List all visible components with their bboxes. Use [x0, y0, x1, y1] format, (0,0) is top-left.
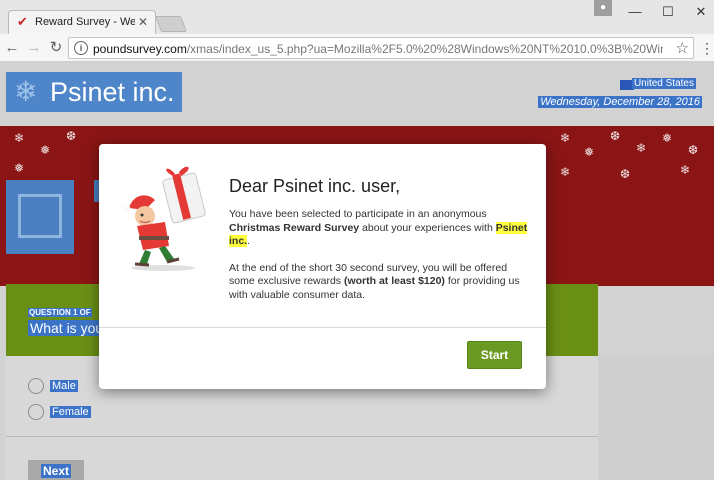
- tab-close-icon[interactable]: ✕: [138, 15, 148, 29]
- info-icon[interactable]: i: [74, 41, 88, 55]
- intro-middle: about your experiences with: [359, 221, 496, 234]
- question-text: What is you: [28, 320, 106, 336]
- survey-name: Christmas Reward Survey: [229, 221, 360, 234]
- profile-icon[interactable]: ●: [594, 0, 612, 16]
- question-number: QUESTION 1 OF: [28, 308, 92, 317]
- snowflake-icon: ❅: [584, 145, 595, 159]
- back-arrow-icon[interactable]: ←: [2, 38, 22, 58]
- url-host: poundsurvey.com: [93, 42, 187, 56]
- intro-end: .: [247, 235, 251, 247]
- snowflake-logo-icon: ❄: [14, 76, 38, 107]
- radio-female[interactable]: [28, 404, 44, 420]
- snowflake-icon: ❄: [560, 165, 571, 179]
- snowflake-icon: ❆: [610, 129, 621, 143]
- modal-body: You have been selected to participate in…: [229, 208, 529, 315]
- site-logo[interactable]: ❄ Psinet inc.: [6, 72, 182, 112]
- minimize-icon[interactable]: —: [620, 2, 650, 22]
- snowflake-icon: ❄: [636, 141, 647, 155]
- snowflake-icon: ❄: [560, 131, 571, 145]
- gift-icon: [18, 194, 62, 238]
- browser-toolbar: ← → ↻ i poundsurvey.com/xmas/index_us_5.…: [0, 34, 714, 62]
- country-label: United States: [631, 78, 696, 89]
- survey-modal: Dear Psinet inc. user, You have been sel…: [99, 144, 546, 389]
- snowflake-icon: ❅: [40, 143, 51, 157]
- snowflake-icon: ❅: [662, 131, 673, 145]
- gift-image: [6, 180, 74, 254]
- date-label: Wednesday, December 28, 2016: [538, 96, 702, 108]
- warning-favicon-icon: ✔: [17, 14, 28, 29]
- elf-gift-icon: [123, 166, 206, 271]
- snowflake-icon: ❆: [66, 129, 77, 143]
- address-bar[interactable]: i poundsurvey.com/xmas/index_us_5.php?ua…: [68, 37, 694, 59]
- modal-title: Dear Psinet inc. user,: [229, 176, 401, 196]
- reload-icon[interactable]: ↻: [46, 38, 66, 58]
- modal-divider: [99, 327, 546, 328]
- reward-paragraph: At the end of the short 30 second survey…: [229, 262, 529, 303]
- reward-amount: (worth at least $120): [343, 275, 445, 287]
- next-label: Next: [40, 463, 71, 478]
- next-button[interactable]: Next: [28, 460, 84, 480]
- bookmark-star-icon[interactable]: ☆: [676, 39, 689, 57]
- browser-window: ✔ Reward Survey - We Wan ✕ ● — ☐ ✕ ← → ↻…: [0, 0, 714, 480]
- snowflake-icon: ❆: [620, 167, 631, 181]
- new-tab-button[interactable]: [155, 16, 187, 32]
- tab-strip: ✔ Reward Survey - We Wan ✕ ● — ☐ ✕: [0, 0, 714, 34]
- tab-title: Reward Survey - We Wan: [35, 16, 135, 28]
- url-text[interactable]: poundsurvey.com/xmas/index_us_5.php?ua=M…: [93, 42, 663, 56]
- intro-text: You have been selected to participate in…: [229, 208, 487, 220]
- start-button[interactable]: Start: [467, 341, 522, 369]
- browser-tab[interactable]: ✔ Reward Survey - We Wan ✕: [8, 10, 156, 34]
- answer-male-label[interactable]: Male: [50, 380, 78, 392]
- snowflake-icon: ❄: [14, 131, 25, 145]
- radio-male[interactable]: [28, 378, 44, 394]
- close-window-icon[interactable]: ✕: [686, 2, 714, 22]
- snowflake-icon: ❄: [680, 163, 691, 177]
- answer-female-label[interactable]: Female: [50, 406, 91, 418]
- divider: [6, 436, 598, 437]
- snow-background: [598, 354, 714, 480]
- maximize-icon[interactable]: ☐: [653, 2, 683, 22]
- snowflake-icon: ❆: [688, 143, 699, 157]
- intro-paragraph: You have been selected to participate in…: [229, 208, 529, 249]
- logo-text: Psinet inc.: [50, 77, 175, 107]
- url-path: /xmas/index_us_5.php?ua=Mozilla%2F5.0%20…: [186, 42, 663, 56]
- forward-arrow-icon[interactable]: →: [24, 38, 44, 58]
- menu-dots-icon[interactable]: ⋮: [700, 38, 714, 58]
- snowflake-icon: ❅: [14, 161, 25, 175]
